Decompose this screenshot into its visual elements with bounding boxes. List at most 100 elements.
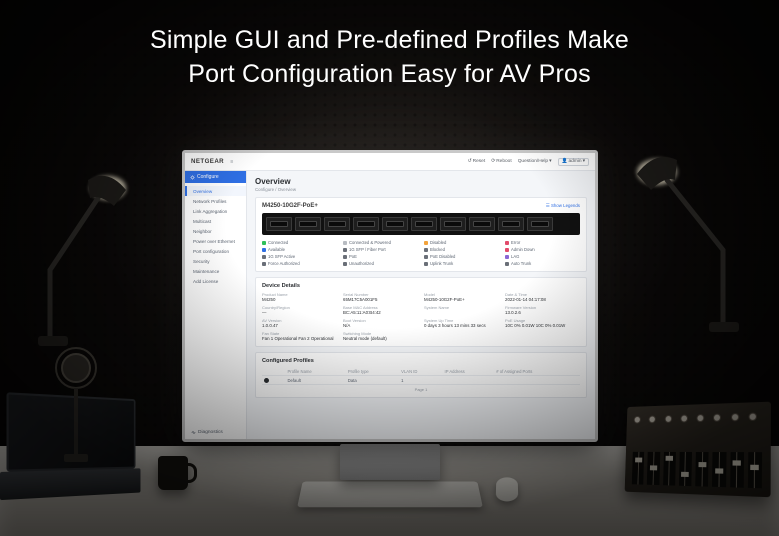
detail-item: Boot VersionN/A: [343, 318, 418, 328]
legend-swatch: [505, 248, 509, 252]
detail-item: AV Version1.0.0.47: [262, 318, 337, 328]
detail-item: Switching ModeNeutral mode (default): [343, 331, 418, 341]
row-radio[interactable]: [264, 378, 269, 383]
legend-grid: Connected Connected & Powered Disabled Erro…: [262, 240, 580, 266]
sidebar-tab-diagnostics[interactable]: Diagnostics: [185, 426, 246, 439]
sidebar-item-link-aggregation[interactable]: Link Aggregation: [185, 206, 246, 216]
detail-value: —: [262, 310, 337, 315]
reset-button[interactable]: ↺ Reset: [468, 159, 486, 164]
legend-swatch: [505, 241, 509, 245]
switch-port[interactable]: [469, 217, 495, 231]
switch-port[interactable]: [440, 217, 466, 231]
sidebar-item-overview[interactable]: Overview: [185, 186, 246, 196]
main-content: Overview Configure / Overview M4250-10G2…: [247, 171, 595, 439]
legend-label: Admin Down: [511, 247, 535, 252]
device-details-title: Device Details: [262, 283, 580, 289]
hero-headline: Simple GUI and Pre-defined Profiles Make…: [0, 24, 779, 92]
model-card: M4250-10G2F-PoE+ ☰ Show Legends: [255, 197, 587, 272]
switch-port[interactable]: [382, 217, 408, 231]
sidebar-tab-configure[interactable]: Configure: [185, 171, 246, 183]
detail-value: M4250: [262, 297, 337, 302]
detail-item: Product NameM4250: [262, 292, 337, 302]
top-bar: NETGEAR ≡ ↺ Reset ⟳ Reboot Question/Help…: [185, 153, 595, 171]
legend-label: Connected: [268, 240, 288, 245]
legend-label: PoE: [349, 254, 357, 259]
switch-port[interactable]: [527, 217, 553, 231]
desk-lamp-right: [619, 130, 739, 340]
sidebar-item-multicast[interactable]: Multicast: [185, 216, 246, 226]
legend-swatch: [424, 248, 428, 252]
legend-item: Unauthorized: [343, 261, 418, 266]
legend-item: Force Authorized: [262, 261, 337, 266]
sidebar-item-poe[interactable]: Power over Ethernet: [185, 236, 246, 246]
legend-label: Blocked: [430, 247, 445, 252]
menu-icon[interactable]: ≡: [230, 159, 233, 165]
coffee-mug: [158, 456, 188, 490]
table-header[interactable]: Profile Name: [286, 367, 346, 376]
table-header[interactable]: # of Assigned Ports: [494, 367, 580, 376]
configured-profiles-card: Configured Profiles Profile NameProfile …: [255, 352, 587, 398]
detail-item: Fan StateFan 1 Operational Fan 2 Operati…: [262, 331, 337, 341]
table-header[interactable]: VLAN ID: [399, 367, 442, 376]
detail-value: 1.0.0.47: [262, 323, 337, 328]
microphone: [54, 346, 98, 466]
detail-item: System Name: [424, 305, 499, 315]
table-pager[interactable]: Page 1: [262, 387, 580, 392]
legend-label: Disabled: [430, 240, 446, 245]
detail-value: 13.0.2.6: [505, 310, 580, 315]
keyboard: [297, 482, 483, 508]
legend-swatch: [262, 255, 266, 259]
detail-value: N/A: [343, 323, 418, 328]
switch-port[interactable]: [353, 217, 379, 231]
legend-swatch: [424, 241, 428, 245]
sidebar-item-maintenance[interactable]: Maintenance: [185, 266, 246, 276]
table-row[interactable]: DefaultData1: [262, 376, 580, 385]
legend-swatch: [343, 248, 347, 252]
sidebar-item-security[interactable]: Security: [185, 256, 246, 266]
legend-label: Uplink Trunk: [430, 261, 453, 266]
sidebar-item-add-license[interactable]: Add License: [185, 276, 246, 286]
reboot-button[interactable]: ⟳ Reboot: [491, 159, 512, 164]
user-menu[interactable]: 👤 admin ▾: [558, 158, 589, 166]
switch-port[interactable]: [498, 217, 524, 231]
legend-item: 1G SFP Active: [262, 254, 337, 259]
switch-port[interactable]: [411, 217, 437, 231]
table-header[interactable]: Profile type: [346, 367, 399, 376]
legend-swatch: [262, 241, 266, 245]
legend-label: 1G SFP / Fiber Port: [349, 247, 386, 252]
legend-item: Available: [262, 247, 337, 252]
detail-key: System Name: [424, 305, 499, 310]
table-header[interactable]: [262, 367, 286, 376]
table-cell: [262, 376, 286, 385]
switch-port[interactable]: [266, 217, 292, 231]
sidebar-item-network-profiles[interactable]: Network Profiles: [185, 196, 246, 206]
legend-swatch: [424, 262, 428, 266]
hero-line-1: Simple GUI and Pre-defined Profiles Make: [0, 24, 779, 58]
legend-label: Connected & Powered: [349, 240, 391, 245]
gear-icon: [190, 175, 195, 180]
sidebar-item-neighbor[interactable]: Neighbor: [185, 226, 246, 236]
help-link[interactable]: Question/Help ▾: [518, 159, 552, 164]
detail-value: Neutral mode (default): [343, 336, 418, 341]
detail-value: BC:A5:11:A0:B4:42: [343, 310, 418, 315]
mouse: [496, 477, 519, 501]
detail-item: ModelM4250-10G2F-PoE+: [424, 292, 499, 302]
switch-port[interactable]: [295, 217, 321, 231]
show-legends-link[interactable]: ☰ Show Legends: [546, 203, 580, 209]
switch-port[interactable]: [324, 217, 350, 231]
page-title: Overview: [255, 177, 587, 186]
legend-item: 1G SFP / Fiber Port: [343, 247, 418, 252]
legend-item: PoE: [343, 254, 418, 259]
sidebar-list: Overview Network Profiles Link Aggregati…: [185, 183, 246, 289]
detail-value: 10C 0% 0.01W 10C 0% 0.01W: [505, 323, 580, 328]
detail-value: Fan 1 Operational Fan 2 Operational: [262, 336, 337, 341]
monitor-stand: [340, 444, 440, 480]
legend-item: Error: [505, 240, 580, 245]
legend-label: Unauthorized: [349, 261, 374, 266]
legend-swatch: [505, 255, 509, 259]
table-header[interactable]: IP Address: [443, 367, 495, 376]
table-cell: 1: [399, 376, 442, 385]
legend-label: LAG: [511, 254, 519, 259]
legend-item: PoE Disabled: [424, 254, 499, 259]
sidebar-item-port-config[interactable]: Port configuration: [185, 246, 246, 256]
